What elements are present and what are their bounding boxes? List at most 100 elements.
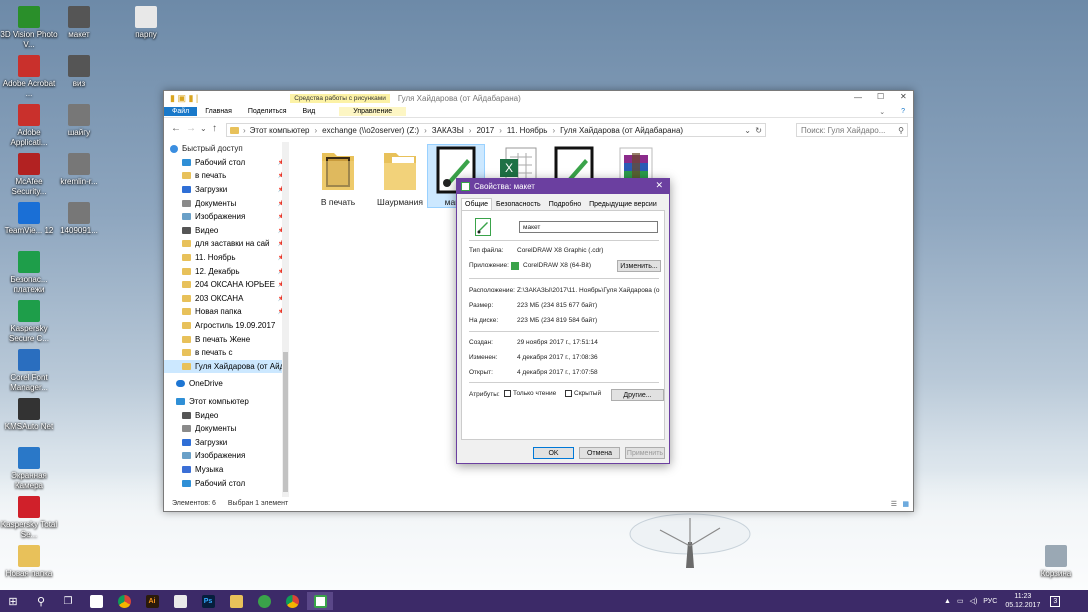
hidden-checkbox[interactable]: Скрытый (565, 390, 601, 397)
forward-arrow-icon[interactable]: → (186, 123, 196, 134)
notification-center-icon[interactable]: 3 (1050, 595, 1061, 607)
nav-item[interactable]: 11. Ноябрь📌 (164, 251, 289, 265)
nav-item[interactable]: 203 ОКСАНА📌 (164, 292, 289, 306)
large-icons-view-icon[interactable]: ▦ (902, 500, 909, 508)
close-button[interactable]: ✕ (900, 92, 907, 101)
up-arrow-icon[interactable]: ↑ (212, 123, 217, 134)
maximize-button[interactable]: ☐ (877, 92, 884, 101)
change-button[interactable]: Изменить... (617, 260, 661, 272)
tab-previous-versions[interactable]: Предыдущие версии (585, 198, 661, 210)
nav-item[interactable]: Новая папка📌 (164, 305, 289, 319)
tab-file[interactable]: Файл (164, 107, 198, 116)
chevron-down-icon[interactable]: ⌄ (871, 108, 893, 116)
details-view-icon[interactable]: ☰ (891, 500, 897, 508)
nav-item[interactable]: Гуля Хайдарова (от Айда (164, 359, 289, 374)
apply-button[interactable]: Применить (625, 447, 665, 459)
desktop-icon[interactable]: Корзина (1027, 545, 1085, 579)
dialog-titlebar[interactable]: Свойства: макет ✕ (457, 179, 669, 194)
desktop-icon[interactable]: 1409091... (50, 202, 108, 236)
quick-access-toolbar[interactable]: ▮ ▣ ▮ | (170, 93, 198, 104)
nav-item[interactable]: в печать📌 (164, 169, 289, 183)
nav-item[interactable]: Рабочий стол (164, 476, 289, 490)
recent-locations-icon[interactable]: ⌄ (200, 124, 207, 133)
tray-overflow-icon[interactable]: ▲ (944, 598, 951, 605)
task-view-button[interactable]: ❐ (55, 592, 81, 610)
cancel-button[interactable]: Отмена (579, 447, 620, 459)
search-input[interactable]: Поиск: Гуля Хайдаро... ⚲ (796, 123, 908, 137)
help-icon[interactable]: ? (893, 108, 913, 115)
back-arrow-icon[interactable]: ← (171, 123, 181, 134)
address-dropdown-icon[interactable]: ⌄ (744, 126, 751, 135)
taskbar-calculator[interactable] (167, 592, 193, 610)
nav-item[interactable]: Загрузки📌 (164, 183, 289, 197)
nav-item[interactable]: Загрузки (164, 435, 289, 449)
taskbar-store[interactable] (83, 592, 109, 610)
taskbar-explorer[interactable] (223, 592, 249, 610)
nav-item[interactable]: в печать с (164, 346, 289, 360)
tab-details[interactable]: Подробно (545, 198, 585, 210)
breadcrumb-exchange[interactable]: exchange (\\o2oserver) (Z:) (322, 126, 419, 135)
file-item[interactable]: Шаурмания (372, 145, 428, 207)
desktop-icon[interactable]: Экранная Камера (0, 447, 58, 491)
breadcrumb-year[interactable]: 2017 (476, 126, 494, 135)
volume-icon[interactable]: ◁) (970, 597, 978, 605)
address-bar[interactable]: › Этот компьютер › exchange (\\o2oserver… (226, 123, 766, 137)
desktop-icon[interactable]: виз (50, 55, 108, 89)
taskbar-coreldraw-doc[interactable] (307, 592, 333, 610)
minimize-button[interactable]: — (854, 93, 862, 102)
tab-general[interactable]: Общие (461, 198, 493, 210)
desktop-icon[interactable]: Kaspersky Secure C... (0, 300, 58, 344)
nav-item[interactable]: Этот компьютер (164, 395, 289, 409)
ok-button[interactable]: OK (533, 447, 574, 459)
refresh-icon[interactable]: ↻ (755, 126, 762, 135)
nav-item[interactable]: Агростиль 19.09.2017 (164, 319, 289, 333)
nav-item[interactable]: 12. Декабрь📌 (164, 264, 289, 278)
desktop-icon[interactable]: шайгу (50, 104, 108, 138)
nav-item[interactable]: OneDrive (164, 377, 289, 391)
taskbar-illustrator[interactable]: Ai (139, 592, 165, 610)
checkbox-box[interactable] (565, 390, 572, 397)
desktop-icon[interactable]: Kaspersky Total Se... (0, 496, 58, 540)
filename-field[interactable]: макет (519, 221, 658, 233)
desktop-icon[interactable]: Безопас... платежи (0, 251, 58, 295)
tab-manage[interactable]: Управление (339, 107, 407, 116)
tab-share[interactable]: Поделиться (240, 108, 295, 115)
breadcrumb-current[interactable]: Гуля Хайдарова (от Айдабарана) (560, 126, 683, 135)
desktop-icon[interactable]: макет (50, 6, 108, 40)
checkbox-box[interactable] (504, 390, 511, 397)
advanced-button[interactable]: Другие... (611, 389, 664, 401)
desktop-icon[interactable]: Новая папка (0, 545, 58, 579)
network-icon[interactable]: ▭ (957, 597, 964, 605)
language-indicator[interactable]: РУС (983, 598, 997, 605)
nav-item[interactable]: 204 ОКСАНА ЮРЬЕЕ📌 (164, 278, 289, 292)
nav-item[interactable]: Рабочий стол📌 (164, 156, 289, 170)
taskbar-chrome-2[interactable] (279, 592, 305, 610)
desktop-icon[interactable]: Corel Font Manager... (0, 349, 58, 393)
taskbar-chrome[interactable] (111, 592, 137, 610)
nav-scrollbar[interactable] (282, 142, 289, 497)
desktop-icon[interactable]: парпу (117, 6, 175, 40)
dialog-close-button[interactable]: ✕ (655, 180, 663, 191)
nav-item[interactable]: Изображения (164, 449, 289, 463)
explorer-titlebar[interactable]: ▮ ▣ ▮ | Средства работы с рисунками Гуля… (164, 91, 913, 106)
nav-item[interactable]: Видео (164, 408, 289, 422)
start-button[interactable]: ⊞ (0, 592, 26, 610)
tab-security[interactable]: Безопасность (492, 198, 545, 210)
nav-item[interactable]: Видео📌 (164, 224, 289, 238)
properties-dialog[interactable]: Свойства: макет ✕ Общие Безопасность Под… (456, 178, 670, 464)
scroll-thumb[interactable] (283, 352, 288, 492)
nav-item[interactable]: Документы (164, 422, 289, 436)
readonly-checkbox[interactable]: Только чтение (504, 390, 556, 397)
tab-view[interactable]: Вид (295, 108, 324, 115)
clock[interactable]: 11:23 05.12.2017 (1005, 592, 1040, 610)
breadcrumb-this-pc[interactable]: Этот компьютер (250, 126, 310, 135)
search-button[interactable]: ⚲ (28, 592, 54, 610)
nav-item[interactable]: Изображения📌 (164, 210, 289, 224)
nav-item[interactable]: В печать Жене (164, 332, 289, 346)
breadcrumb-month[interactable]: 11. Ноябрь (507, 126, 548, 135)
taskbar-photoshop[interactable]: Ps (195, 592, 221, 610)
taskbar-coreldraw[interactable] (251, 592, 277, 610)
nav-item[interactable]: Музыка (164, 463, 289, 477)
nav-item[interactable]: Документы📌 (164, 196, 289, 210)
desktop-icon[interactable]: KMSAuto Net (0, 398, 58, 432)
